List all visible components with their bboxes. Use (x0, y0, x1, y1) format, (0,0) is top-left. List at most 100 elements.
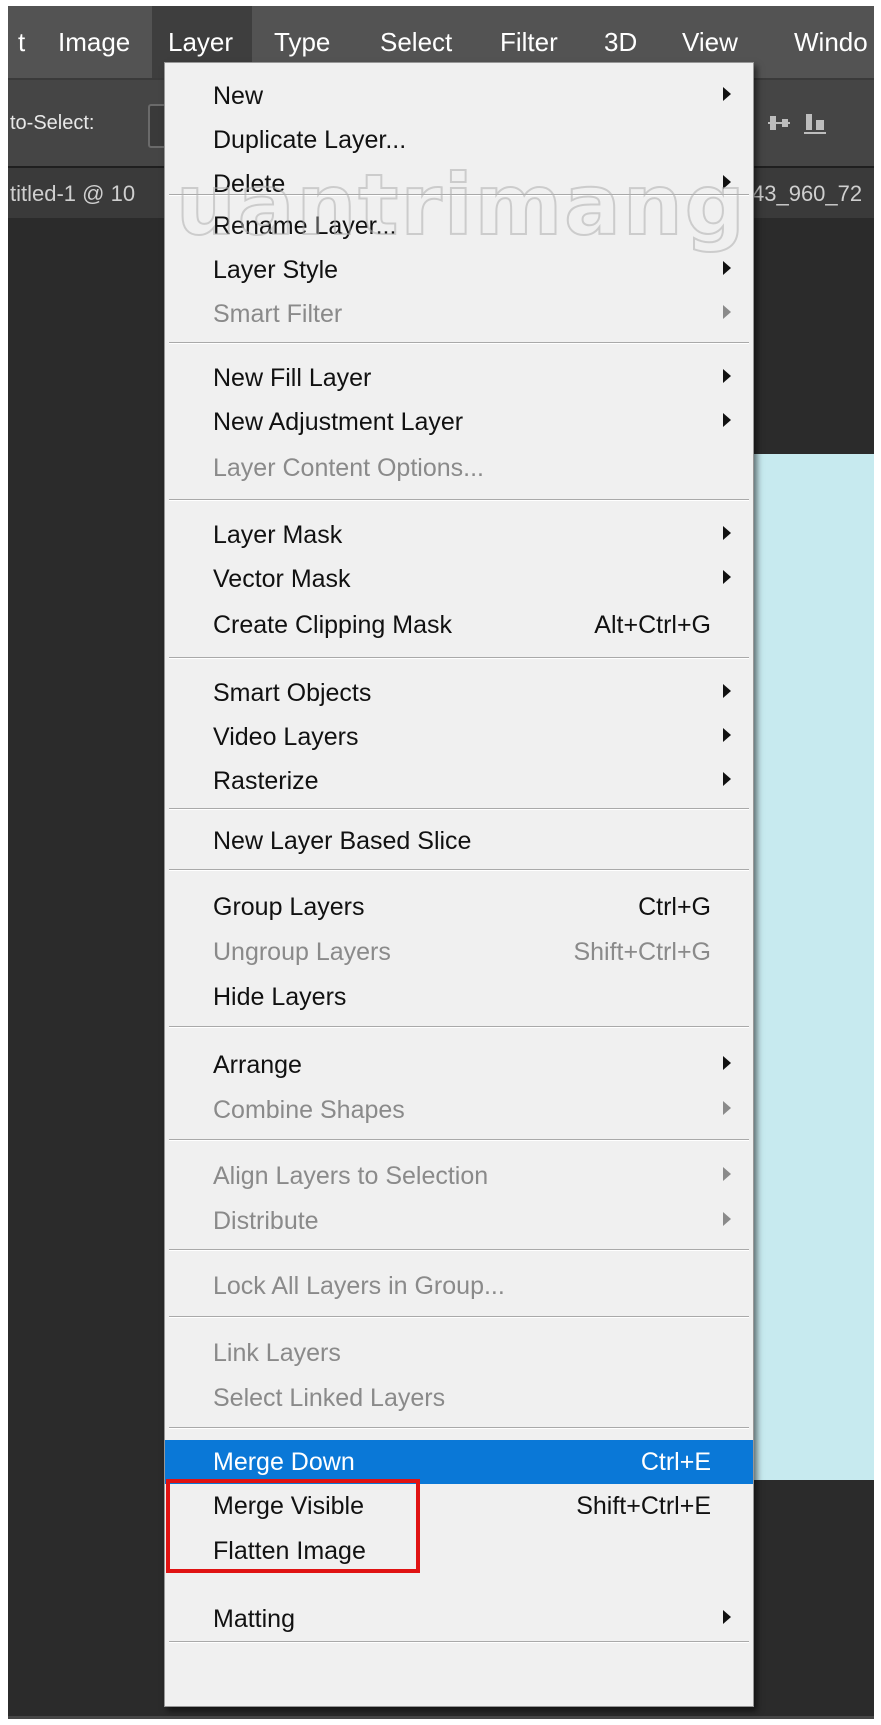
shortcut-label: Ctrl+G (638, 893, 711, 921)
submenu-arrow-icon (723, 728, 731, 742)
menu-separator (169, 1427, 749, 1429)
menu-item-align-layers-to-selection: Align Layers to Selection (165, 1154, 753, 1198)
menu-item-label: New Layer Based Slice (213, 827, 472, 855)
submenu-arrow-icon (723, 87, 731, 101)
menu-item-layer-style[interactable]: Layer Style (165, 248, 753, 292)
document-canvas (738, 454, 874, 1480)
submenu-arrow-icon (723, 1056, 731, 1070)
shortcut-label: Ctrl+E (640, 1448, 711, 1476)
menu-item-hide-layers[interactable]: Hide Layers (165, 975, 753, 1019)
menu-item-label: Create Clipping Mask (213, 611, 452, 639)
submenu-arrow-icon (723, 413, 731, 427)
menu-item-arrange[interactable]: Arrange (165, 1043, 753, 1087)
submenu-arrow-icon (723, 1212, 731, 1226)
shortcut-label: Shift+Ctrl+E (576, 1492, 711, 1520)
menu-item-vector-mask[interactable]: Vector Mask (165, 557, 753, 601)
menu-item-label: Duplicate Layer... (213, 126, 407, 154)
menu-item-label: Select Linked Layers (213, 1384, 446, 1412)
menu-separator (169, 342, 749, 344)
menu-image[interactable]: Image (42, 6, 146, 78)
menu-item-matting[interactable]: Matting (165, 1597, 753, 1641)
menu-window[interactable]: Windo (778, 6, 874, 78)
menu-item-smart-filter: Smart Filter (165, 292, 753, 336)
menu-item-duplicate-layer[interactable]: Duplicate Layer... (165, 118, 753, 162)
menu-item-lock-all-layers-in-group: Lock All Layers in Group... (165, 1264, 753, 1308)
menu-separator (169, 1139, 749, 1141)
document-tab[interactable]: titled-1 @ 10 (10, 168, 135, 220)
shortcut-label: Alt+Ctrl+G (594, 611, 711, 639)
menu-item-label: Merge Down (213, 1448, 355, 1476)
menu-item-delete[interactable]: Delete (165, 162, 753, 206)
menu-item-label: Smart Filter (213, 300, 343, 328)
menu-item-label: New (213, 82, 264, 110)
submenu-arrow-icon (723, 261, 731, 275)
menu-item-label: Ungroup Layers (213, 938, 391, 966)
menu-item-ungroup-layers: Ungroup Layers Shift+Ctrl+G (165, 930, 753, 974)
submenu-arrow-icon (723, 772, 731, 786)
menu-item-new-layer-based-slice[interactable]: New Layer Based Slice (165, 819, 753, 863)
menu-item-label: Combine Shapes (213, 1096, 405, 1124)
submenu-arrow-icon (723, 369, 731, 383)
layer-menu-dropdown: New Duplicate Layer... Delete Rename Lay… (164, 62, 754, 1707)
menu-item-select-linked-layers: Select Linked Layers (165, 1376, 753, 1420)
status-bar (8, 1716, 874, 1719)
menu-item-label: Matting (213, 1605, 295, 1633)
menu-item-label: Vector Mask (213, 565, 351, 593)
menu-item-video-layers[interactable]: Video Layers (165, 715, 753, 759)
shortcut-label: Shift+Ctrl+G (573, 938, 711, 966)
menu-item-label: Align Layers to Selection (213, 1162, 489, 1190)
submenu-arrow-icon (723, 1167, 731, 1181)
submenu-arrow-icon (723, 175, 731, 189)
menu-item-label: Layer Content Options... (213, 454, 484, 482)
submenu-arrow-icon (723, 1101, 731, 1115)
menu-item-rename-layer[interactable]: Rename Layer... (165, 204, 753, 248)
menu-separator (169, 808, 749, 810)
document-tab-2[interactable]: 43_960_72 (752, 168, 862, 220)
menu-item-label: Group Layers (213, 893, 365, 921)
menu-separator (169, 1026, 749, 1028)
menu-item-label: Rename Layer... (213, 212, 397, 240)
menu-item-smart-objects[interactable]: Smart Objects (165, 671, 753, 715)
menu-item-new-adjustment-layer[interactable]: New Adjustment Layer (165, 400, 753, 444)
menu-item-label: Lock All Layers in Group... (213, 1272, 505, 1300)
menu-separator (169, 1249, 749, 1251)
submenu-arrow-icon (723, 526, 731, 540)
menu-item-group-layers[interactable]: Group Layers Ctrl+G (165, 885, 753, 929)
menu-item-new-fill-layer[interactable]: New Fill Layer (165, 356, 753, 400)
menu-item-label: Link Layers (213, 1339, 341, 1367)
menu-separator (169, 657, 749, 659)
menu-item-label: Arrange (213, 1051, 302, 1079)
menu-separator (169, 1316, 749, 1318)
menu-item-label: Smart Objects (213, 679, 372, 707)
menu-item-label: New Fill Layer (213, 364, 372, 392)
submenu-arrow-icon (723, 1610, 731, 1624)
menu-item-merge-down[interactable]: Merge Down Ctrl+E (165, 1440, 753, 1484)
submenu-arrow-icon (723, 684, 731, 698)
menu-item-layer-mask[interactable]: Layer Mask (165, 513, 753, 557)
menu-item-label: Hide Layers (213, 983, 347, 1011)
menu-item-combine-shapes: Combine Shapes (165, 1088, 753, 1132)
menu-item-label: Delete (213, 170, 286, 198)
menu-separator (169, 194, 749, 196)
menu-item-label: Distribute (213, 1207, 319, 1235)
menu-separator (169, 1641, 749, 1643)
menu-item-distribute: Distribute (165, 1199, 753, 1243)
menu-item-link-layers: Link Layers (165, 1331, 753, 1375)
menu-item-new[interactable]: New (165, 74, 753, 118)
menu-item-label: Layer Mask (213, 521, 343, 549)
align-bottom-icon[interactable] (804, 110, 826, 136)
menu-item-label: Layer Style (213, 256, 339, 284)
menu-item-layer-content-options: Layer Content Options... (165, 446, 753, 490)
menu-item-create-clipping-mask[interactable]: Create Clipping Mask Alt+Ctrl+G (165, 603, 753, 647)
menu-separator (169, 869, 749, 871)
menu-item-label: Rasterize (213, 767, 319, 795)
align-center-icon[interactable] (768, 110, 790, 136)
menu-item-rasterize[interactable]: Rasterize (165, 759, 753, 803)
highlight-annotation-box (166, 1479, 420, 1573)
menu-item-label: Video Layers (213, 723, 359, 751)
menu-edit[interactable]: t (8, 6, 41, 78)
submenu-arrow-icon (723, 305, 731, 319)
menu-item-label: New Adjustment Layer (213, 408, 464, 436)
menu-separator (169, 499, 749, 501)
auto-select-label: to-Select: (10, 112, 95, 134)
